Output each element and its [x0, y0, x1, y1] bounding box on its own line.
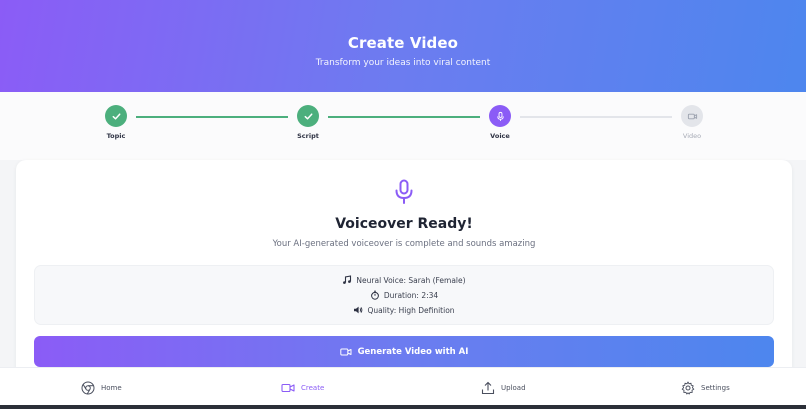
voice-info-text: Neural Voice: Sarah (Female) — [356, 275, 466, 285]
page-subtitle: Transform your ideas into viral content — [315, 58, 491, 68]
video-camera-icon — [687, 113, 697, 119]
voice-info-row: Neural Voice: Sarah (Female) — [35, 275, 773, 285]
step-video[interactable]: Video — [662, 105, 722, 140]
page-header: Create Video Transform your ideas into v… — [0, 0, 806, 92]
step-circle — [297, 105, 319, 127]
check-icon — [304, 112, 312, 120]
stopwatch-icon — [370, 290, 379, 300]
gear-icon — [681, 381, 695, 395]
nav-create[interactable]: Create — [281, 379, 324, 397]
chrome-icon — [81, 381, 95, 395]
step-topic[interactable]: Topic — [86, 105, 146, 140]
step-circle — [681, 105, 703, 127]
voiceover-card: Voiceover Ready! Your AI-generated voice… — [16, 160, 792, 390]
nav-create-label: Create — [301, 384, 325, 392]
progress-stepper: Topic Script Voice Video — [0, 92, 806, 160]
duration-info-text: Duration: 2:34 — [383, 290, 439, 300]
nav-upload[interactable]: Upload — [481, 379, 526, 397]
duration-info-row: Duration: 2:34 — [35, 290, 773, 300]
step-connector — [136, 116, 288, 118]
quality-info-text: Quality: High Definition — [367, 305, 455, 315]
step-connector — [520, 116, 672, 118]
page-title: Create Video — [347, 34, 459, 52]
voiceover-info-box: Neural Voice: Sarah (Female) Duration: 2… — [34, 265, 774, 325]
nav-settings-label: Settings — [701, 384, 730, 392]
nav-settings[interactable]: Settings — [681, 379, 730, 397]
check-icon — [112, 112, 120, 120]
generate-video-label: Generate Video with AI — [357, 346, 469, 357]
step-connector — [328, 116, 480, 118]
video-camera-icon — [281, 383, 295, 393]
step-script[interactable]: Script — [278, 105, 338, 140]
voiceover-description: Your AI-generated voiceover is complete … — [272, 239, 536, 249]
step-circle — [105, 105, 127, 127]
video-camera-icon — [339, 348, 352, 355]
step-label: Voice — [490, 132, 510, 140]
speaker-icon — [354, 306, 363, 314]
nav-home-label: Home — [101, 384, 122, 392]
taskbar-strip — [0, 405, 806, 409]
music-note-icon — [343, 275, 352, 284]
bottom-navigation: Home Create Upload Settings — [0, 367, 806, 409]
step-circle — [489, 105, 511, 127]
nav-upload-label: Upload — [501, 384, 526, 392]
voiceover-title: Voiceover Ready! — [335, 216, 473, 232]
generate-video-button[interactable]: Generate Video with AI — [34, 336, 774, 367]
microphone-icon — [395, 179, 413, 204]
step-label: Script — [297, 132, 319, 140]
step-label: Video — [682, 132, 702, 140]
nav-home[interactable]: Home — [81, 379, 122, 397]
upload-icon — [481, 381, 495, 395]
step-voice[interactable]: Voice — [470, 105, 530, 140]
quality-info-row: Quality: High Definition — [35, 305, 773, 315]
step-label: Topic — [106, 132, 126, 140]
microphone-icon — [496, 111, 504, 121]
